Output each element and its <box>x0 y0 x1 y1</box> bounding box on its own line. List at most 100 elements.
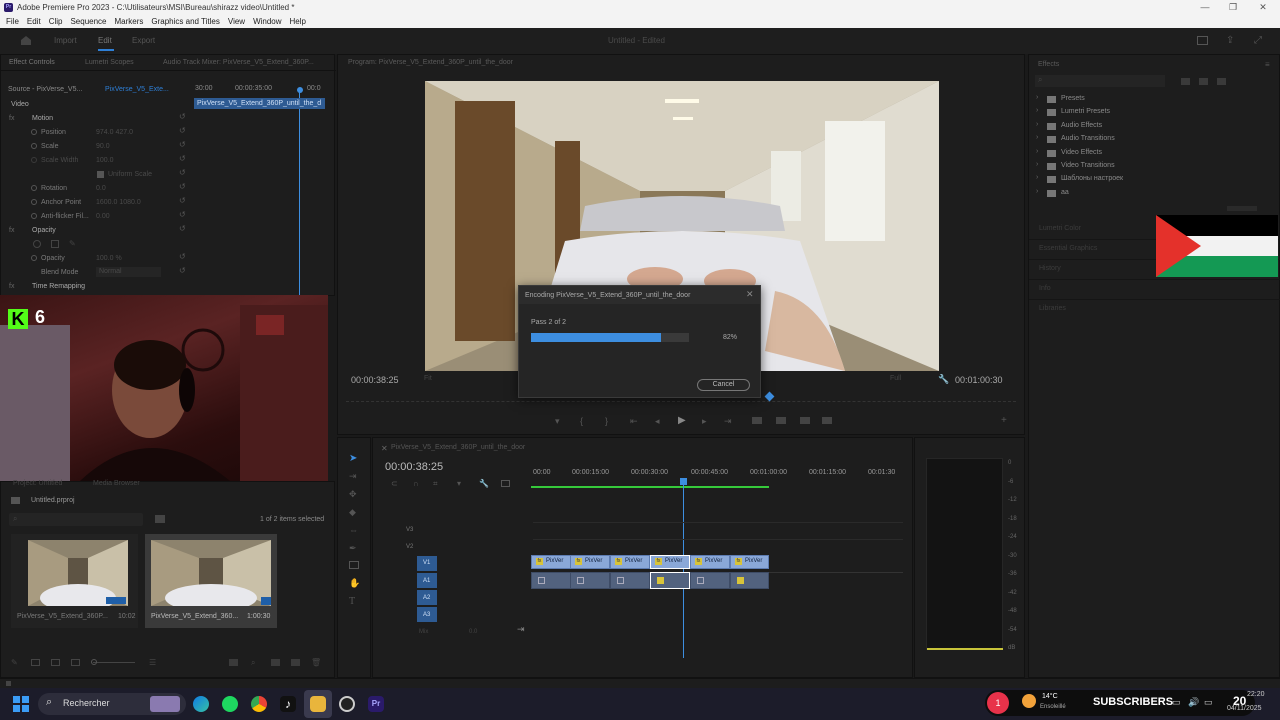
menu-markers[interactable]: Markers <box>115 17 144 26</box>
workspaces-icon[interactable] <box>1197 36 1208 45</box>
v1-clip[interactable]: fx PixVer <box>610 555 650 569</box>
position-value[interactable]: 974.0 427.0 <box>96 129 133 136</box>
tab-program[interactable]: Program: PixVerse_V5_Extend_360P_until_t… <box>348 59 513 66</box>
tab-project[interactable]: Project: Untitled <box>13 480 62 487</box>
volume-icon[interactable]: 🔊 <box>1188 697 1199 708</box>
stopwatch-icon[interactable] <box>31 129 37 135</box>
extract-icon[interactable] <box>776 417 786 424</box>
effects-folder-item[interactable]: › Video Effects <box>1035 148 1235 160</box>
reset-icon[interactable]: ↺ <box>179 140 186 149</box>
chevron-right-icon[interactable]: › <box>1036 161 1038 168</box>
step-forward-icon[interactable]: ▸ <box>702 416 707 427</box>
stopwatch-icon[interactable] <box>31 157 37 163</box>
cancel-button[interactable]: Cancel <box>697 379 750 391</box>
a1-clip[interactable] <box>730 572 769 589</box>
mark-in-icon[interactable]: { <box>580 416 583 426</box>
export-frame-icon[interactable] <box>800 417 810 424</box>
fullscreen-icon[interactable]: ⤢ <box>1254 35 1262 46</box>
weather-sun-icon[interactable] <box>1022 694 1036 708</box>
reset-icon[interactable]: ↺ <box>179 196 186 205</box>
obs-icon[interactable] <box>339 696 355 712</box>
pen-tool-icon[interactable]: ✒ <box>349 543 357 554</box>
menu-graphics-and-titles[interactable]: Graphics and Titles <box>151 17 219 26</box>
tab-audio-track-mixer[interactable]: Audio Track Mixer: PixVerse_V5_Extend_36… <box>163 59 314 66</box>
nest-icon[interactable]: ⌗ <box>433 479 438 489</box>
chevron-right-icon[interactable]: › <box>1036 94 1038 101</box>
share-icon[interactable]: ⇪ <box>1226 35 1234 46</box>
tab-export[interactable]: Export <box>132 36 155 45</box>
tab-lumetri-scopes[interactable]: Lumetri Scopes <box>85 59 134 66</box>
tab-effects[interactable]: Effects <box>1038 61 1059 68</box>
play-icon[interactable]: ▶ <box>678 415 686 426</box>
new-bin-icon[interactable] <box>271 659 280 666</box>
trash-icon[interactable]: 🗑 <box>311 658 321 667</box>
clip-name[interactable]: PixVerse_V5_Exte... <box>105 86 169 93</box>
clock-time[interactable]: 22:20 <box>1247 691 1265 698</box>
taskbar-search[interactable]: ⌕ Rechercher <box>38 693 186 715</box>
tab-edit[interactable]: Edit <box>98 36 112 45</box>
file-explorer-icon[interactable] <box>310 696 326 712</box>
tab-import[interactable]: Import <box>54 36 77 45</box>
step-back-icon[interactable]: ◂ <box>655 416 660 427</box>
32bit-effects-icon[interactable] <box>1199 78 1208 85</box>
close-button[interactable]: ✕ <box>1250 0 1276 14</box>
razor-tool-icon[interactable]: ◆ <box>349 507 356 518</box>
go-to-out-icon[interactable]: ⇥ <box>724 416 732 427</box>
scale-width-value[interactable]: 100.0 <box>96 157 114 164</box>
v1-clip[interactable]: fx PixVer <box>690 555 730 569</box>
track-label-v2[interactable]: V2 <box>406 544 413 550</box>
effects-search-input[interactable]: ⌕ <box>1035 75 1165 87</box>
reset-icon[interactable]: ↺ <box>179 224 186 233</box>
a1-clip[interactable] <box>610 572 650 589</box>
dialog-close-icon[interactable]: ✕ <box>746 289 754 300</box>
panel-info[interactable]: Info <box>1039 285 1051 292</box>
v1-clip[interactable]: fx PixVer <box>650 555 690 569</box>
freeform-view-icon[interactable] <box>71 659 80 666</box>
menu-view[interactable]: View <box>228 17 245 26</box>
network-icon[interactable]: ▭ <box>1172 697 1181 708</box>
chevron-right-icon[interactable]: › <box>1036 174 1038 181</box>
project-search-input[interactable]: ⌕ <box>9 513 143 526</box>
ec-clip-bar[interactable]: PixVerse_V5_Extend_360P_until_the_d <box>194 98 325 109</box>
track-label-a1[interactable]: A1 <box>423 578 430 584</box>
scale-value[interactable]: 90.0 <box>96 143 110 150</box>
program-timecode[interactable]: 00:00:38:25 <box>351 375 399 385</box>
anti-flicker-value[interactable]: 0.00 <box>96 213 110 220</box>
snap-icon[interactable]: ⊂ <box>391 479 398 488</box>
yuv-effects-icon[interactable] <box>1217 78 1226 85</box>
v1-clip[interactable]: fx PixVer <box>570 555 610 569</box>
minimize-button[interactable]: — <box>1192 0 1218 14</box>
effects-folder-item[interactable]: › Video Transitions <box>1035 161 1235 173</box>
automate-icon[interactable] <box>229 659 238 666</box>
menu-sequence[interactable]: Sequence <box>70 17 106 26</box>
sort-icon[interactable]: ☰ <box>149 658 156 667</box>
tab-sequence[interactable]: PixVerse_V5_Extend_360P_until_the_door <box>391 444 525 451</box>
a1-clip[interactable] <box>690 572 730 589</box>
rectangle-tool-icon[interactable] <box>349 561 359 569</box>
spotify-icon[interactable] <box>222 696 238 712</box>
effects-folder-item[interactable]: › Lumetri Presets <box>1035 107 1235 119</box>
stopwatch-icon[interactable] <box>31 255 37 261</box>
menu-edit[interactable]: Edit <box>27 17 41 26</box>
stopwatch-icon[interactable] <box>31 199 37 205</box>
menu-clip[interactable]: Clip <box>49 17 63 26</box>
mark-out-icon[interactable]: } <box>605 416 608 426</box>
ripple-edit-tool-icon[interactable]: ✥ <box>349 489 357 500</box>
new-item-icon[interactable] <box>291 659 300 666</box>
chevron-right-icon[interactable]: › <box>1036 121 1038 128</box>
row-opacity-group[interactable]: Opacity <box>32 227 56 234</box>
track-label-v3[interactable]: V3 <box>406 527 413 533</box>
clock-date[interactable]: 04/11/2025 <box>1227 705 1262 712</box>
premiere-taskbar-icon[interactable]: Pr <box>368 696 384 712</box>
menu-window[interactable]: Window <box>253 17 281 26</box>
marker-icon[interactable]: ▾ <box>555 416 560 427</box>
timeline-settings-icon[interactable]: 🔧 <box>479 479 489 488</box>
button-editor-icon[interactable]: + <box>1001 415 1007 426</box>
lift-icon[interactable] <box>752 417 762 424</box>
a1-clip[interactable] <box>531 572 571 589</box>
panel-history[interactable]: History <box>1039 265 1061 272</box>
row-motion[interactable]: Motion <box>32 115 53 122</box>
a1-clip[interactable] <box>570 572 610 589</box>
edge-icon[interactable] <box>193 696 209 712</box>
effects-folder-item[interactable]: › Presets <box>1035 94 1235 106</box>
